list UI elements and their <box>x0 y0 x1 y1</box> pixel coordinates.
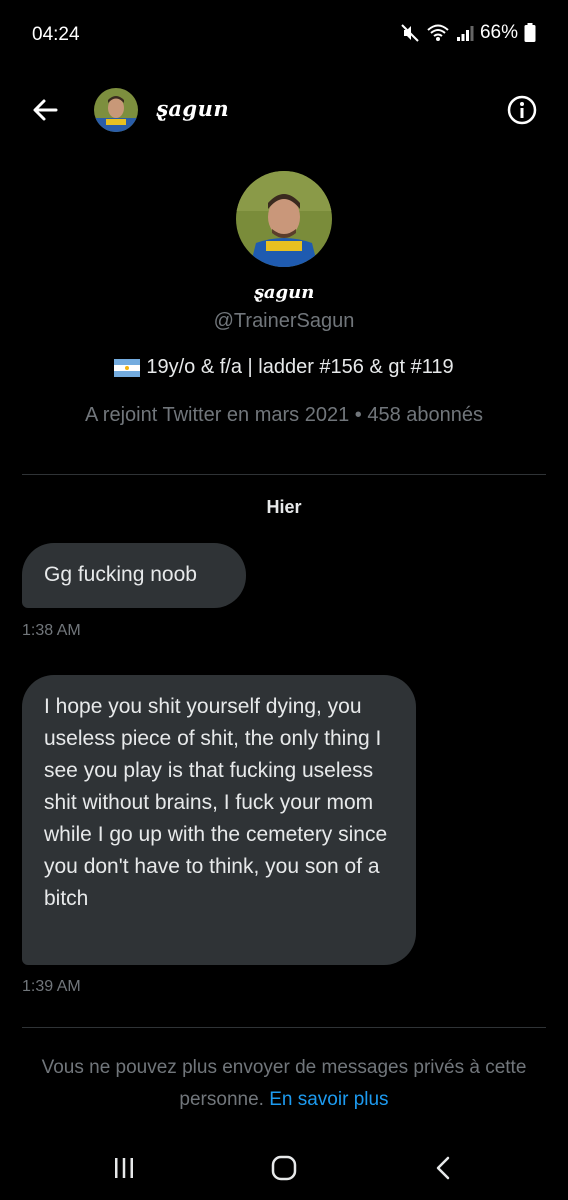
profile-avatar-image <box>236 171 332 267</box>
message-timestamp: 1:39 AM <box>22 978 81 995</box>
divider <box>22 474 546 475</box>
nav-back-button[interactable] <box>424 1152 464 1184</box>
mute-icon <box>401 24 419 42</box>
back-button[interactable] <box>28 92 64 128</box>
wifi-icon <box>427 24 449 41</box>
recent-apps-icon <box>115 1158 133 1178</box>
dm-disabled-notice: Vous ne pouvez plus envoyer de messages … <box>30 1052 538 1116</box>
signal-icon <box>456 26 474 41</box>
profile-avatar[interactable] <box>236 171 332 267</box>
status-icons: 66% <box>400 22 536 44</box>
argentina-flag-icon <box>114 358 141 377</box>
avatar[interactable] <box>94 88 138 132</box>
conversation-header: ȿagun <box>0 80 568 140</box>
profile-handle: @TrainerSagun <box>213 310 355 332</box>
divider <box>22 1027 546 1028</box>
message-text: Gg fucking noob <box>44 563 197 586</box>
battery-percent: 66% <box>479 22 518 43</box>
back-icon <box>436 1156 450 1180</box>
avatar-image <box>94 88 138 132</box>
recent-apps-button[interactable] <box>104 1152 144 1184</box>
info-button[interactable] <box>506 94 538 126</box>
info-icon <box>507 95 537 125</box>
message-bubble[interactable]: I hope you shit yourself dying, you usel… <box>22 675 416 965</box>
profile-meta: A rejoint Twitter en mars 2021 • 458 abo… <box>85 404 483 426</box>
learn-more-link[interactable]: En savoir plus <box>269 1089 388 1110</box>
message-text: I hope you shit yourself dying, you usel… <box>44 695 388 910</box>
battery-icon <box>524 23 536 42</box>
home-button[interactable] <box>264 1152 304 1184</box>
status-bar: 04:24 66% <box>0 0 568 72</box>
system-navbar <box>0 1140 568 1200</box>
message-timestamp: 1:38 AM <box>22 622 81 639</box>
profile-bio: 19y/o & f/a | ladder #156 & gt #119 <box>0 356 568 379</box>
back-arrow-icon <box>33 99 58 121</box>
day-separator: Hier <box>266 497 302 517</box>
header-username[interactable]: ȿagun <box>156 96 229 121</box>
message-bubble[interactable]: Gg fucking noob <box>22 543 246 608</box>
profile-bio-text: 19y/o & f/a | ladder #156 & gt #119 <box>146 356 454 378</box>
home-icon <box>271 1155 297 1181</box>
profile-name[interactable]: ȿagun <box>0 282 568 303</box>
status-time: 04:24 <box>32 24 80 45</box>
